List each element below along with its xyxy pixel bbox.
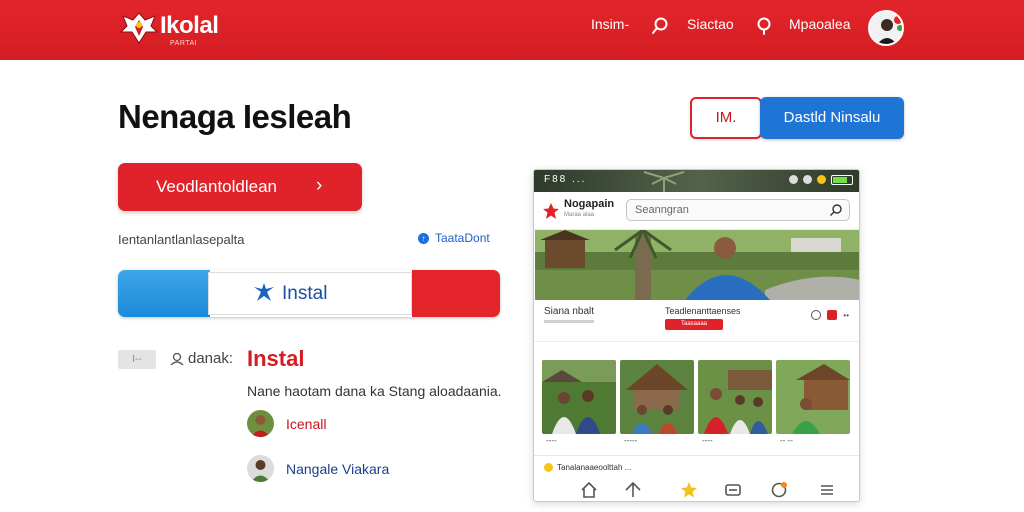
status-icons [789, 175, 853, 185]
notice-text: Tanalanaaeoolttah ... [557, 463, 632, 472]
person-photo-icon [247, 455, 274, 482]
like-icon[interactable] [811, 310, 822, 320]
install-bar-left-segment [118, 270, 210, 317]
app-name: Nogapain [564, 198, 615, 210]
notice-icon [544, 463, 553, 472]
person-avatar [247, 410, 274, 437]
explore-icon[interactable] [624, 481, 642, 499]
inbox-icon[interactable] [724, 481, 742, 499]
chevron-right-icon: › [316, 175, 323, 196]
install-button[interactable]: Instal [118, 270, 500, 317]
status-bar-left: F88 ... [544, 174, 587, 185]
nav-item-search[interactable]: Siactao [687, 16, 734, 32]
top-nav-bar: Ikolal PARTAI Insim- Siactao Mpaoalea [0, 0, 1024, 60]
divider [534, 455, 859, 456]
install-label: Instal [282, 283, 328, 304]
notification-icon [817, 175, 826, 184]
download-button[interactable]: Dastld Ninsalu [760, 97, 904, 139]
post-title: Siana nbalt [544, 306, 595, 317]
wifi-icon [803, 175, 812, 184]
garuda-emblem-icon [119, 12, 159, 44]
toggle-chip[interactable]: I-- [118, 350, 156, 369]
user-avatar-icon [870, 12, 902, 44]
nav-item-menu[interactable]: Insim- [591, 16, 629, 32]
info-icon: ↑ [418, 232, 429, 244]
home-icon[interactable] [580, 481, 598, 499]
person-item[interactable]: Nangale Viakara [247, 455, 389, 482]
brand-name: Ikolal [160, 12, 219, 39]
person-name: Nangale Viakara [286, 460, 390, 477]
info-link-label: TaataDont [435, 231, 490, 245]
post-subtitle-line [544, 320, 594, 323]
photo-caption: ---- [702, 436, 713, 445]
star-icon[interactable] [680, 481, 698, 499]
app-header: Nogapain Maraa alaa Seanngran [534, 192, 859, 230]
helper-text: Ientanlantlanlasepalta [118, 232, 245, 247]
primary-action-button[interactable]: Veodlantoldlean › [118, 163, 362, 211]
photo-thumbnail[interactable] [776, 360, 850, 434]
photo-grid [542, 360, 854, 434]
photo-thumbnail[interactable] [542, 360, 616, 434]
hero-image [535, 230, 859, 300]
install-star-icon [254, 283, 274, 301]
primary-action-label: Veodlantoldlean [156, 177, 278, 196]
palm-leaves-icon [643, 171, 685, 192]
post-meta-row: Siana nbalt Teadlenanttaenses Taasaaaa •… [534, 300, 859, 342]
photo-thumbnail[interactable] [620, 360, 694, 434]
status-bar: F88 ... [534, 170, 859, 192]
brand-subtitle: PARTAI [170, 40, 198, 47]
phone-preview: F88 ... Nogapain Maraa alaa Seanngran Si… [533, 169, 860, 502]
photo-caption: ---- [546, 436, 557, 445]
person-avatar [247, 455, 274, 482]
post-caption: Teadlenanttaenses [665, 306, 741, 316]
post-action-button[interactable]: Taasaaaa [665, 319, 723, 330]
person-name: Icenall [286, 415, 327, 432]
person-item[interactable]: Icenall [247, 410, 326, 437]
more-icon[interactable]: •• [843, 311, 849, 320]
install-heading: Instal [247, 346, 305, 371]
notifications-icon[interactable] [770, 481, 788, 499]
app-search-input[interactable]: Seanngran [626, 199, 850, 221]
menu-icon[interactable] [818, 481, 836, 499]
photo-caption: ----- [624, 436, 638, 445]
bookmark-icon[interactable] [827, 310, 838, 320]
app-name-sub: Maraa alaa [564, 212, 595, 218]
brand-logo[interactable]: Ikolal PARTAI [118, 8, 248, 48]
user-outline-icon [170, 352, 184, 365]
photo-caption: -- -- [780, 436, 793, 445]
install-bar-right-segment [412, 270, 500, 317]
search-icon[interactable] [829, 203, 843, 217]
secondary-button[interactable]: IM. [690, 97, 762, 139]
signal-icon [789, 175, 798, 184]
location-pin-icon[interactable] [754, 16, 774, 36]
bottom-tab-bar [534, 476, 859, 501]
search-icon[interactable] [650, 16, 670, 36]
user-avatar[interactable] [868, 10, 904, 46]
info-link[interactable]: ↑ TaataDont [418, 231, 490, 245]
photo-thumbnail[interactable] [698, 360, 772, 434]
notice-row: Tanalanaaeoolttah ... [544, 463, 631, 472]
battery-icon [831, 175, 853, 185]
person-photo-icon [247, 410, 274, 437]
app-search-placeholder: Seanngran [635, 204, 689, 216]
description-text: Nane haotam dana ka Stang aloadaania. [247, 383, 502, 399]
app-logo-icon [543, 203, 559, 219]
nav-item-profile[interactable]: Mpaoalea [789, 16, 851, 32]
sub-row: danak: [170, 350, 233, 367]
sub-row-label: danak: [188, 350, 234, 367]
page-title: Nenaga Iesleah [118, 98, 352, 135]
post-actions: •• [811, 310, 849, 320]
